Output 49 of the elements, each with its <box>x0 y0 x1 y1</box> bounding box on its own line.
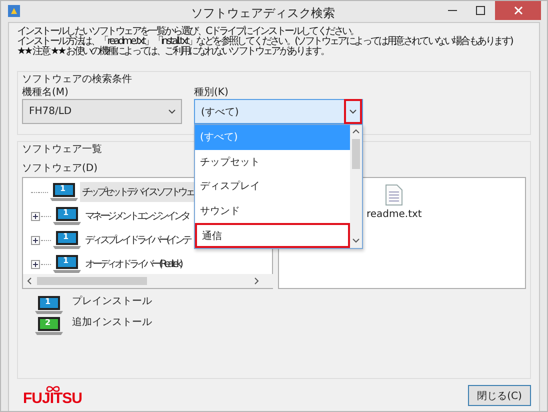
laptop-icon <box>52 254 82 274</box>
instruction-text: ★★ 注意 ★★ お使いの機種によっては、ご利用になれないソフトウェアがあります。 <box>17 47 329 57</box>
minimize-icon <box>448 10 456 12</box>
tree-item[interactable]: オーディオドライバー(Realtek) <box>83 254 184 274</box>
window-title: ソフトウェアディスク検索 <box>190 5 336 22</box>
instruction-text: インストールしたいソフトウェアを一覧から選び、Cドライブにインストールしてください。 <box>17 27 358 37</box>
dropdown-option[interactable]: チップセット <box>195 150 350 174</box>
icon-number: 1 <box>45 296 51 306</box>
scrollbar[interactable] <box>350 125 362 248</box>
logo: FUJITSU <box>23 392 82 406</box>
laptop-icon <box>52 206 82 226</box>
file-name[interactable]: readme.txt <box>366 209 422 220</box>
group-title: ソフトウェアの検索条件 <box>22 73 132 86</box>
laptop-icon <box>49 182 79 202</box>
field-label: 種別(K) <box>194 86 228 99</box>
icon-number: 1 <box>63 256 69 265</box>
field-label: ソフトウェア(D) <box>22 162 98 175</box>
tree-item[interactable]: チップセットデバイスソフトウェ <box>80 182 196 202</box>
dropdown-option[interactable]: ディスプレイ <box>195 174 350 199</box>
caret-icon <box>168 109 176 114</box>
app-icon <box>7 4 21 18</box>
field-label: 機種名(M) <box>22 86 68 99</box>
expand-icon[interactable] <box>31 260 40 268</box>
expand-icon[interactable] <box>31 212 40 220</box>
icon-number: 1 <box>63 208 69 217</box>
text-file-icon <box>385 184 404 206</box>
close-dialog-button[interactable]: 閉じる(C) <box>468 385 531 406</box>
instruction-text: インストール方法は、「readme.txt」「install.txt」などを参照してください。(ソフトウェアによっては用意されていない場合もあります) <box>17 37 512 47</box>
expand-icon[interactable] <box>31 236 40 244</box>
group-title: ソフトウェア一覧 <box>22 143 102 156</box>
icon-number: 1 <box>63 232 69 241</box>
dropdown-button[interactable] <box>344 99 362 124</box>
icon-number: 2 <box>45 318 51 326</box>
logo-mark-icon <box>46 386 60 392</box>
category-dropdown[interactable]: (すべて) <box>194 99 363 124</box>
legend-label: 追加インストール <box>72 316 152 329</box>
maximize-icon <box>476 6 484 15</box>
legend-label: プレインストール <box>72 295 152 308</box>
tree-item[interactable]: ディスプレイドライバー(インテ <box>83 230 193 250</box>
icon-number: 1 <box>60 184 66 193</box>
laptop-icon <box>52 230 82 250</box>
dropdown-option[interactable]: 通信 <box>195 223 350 248</box>
tree-item[interactable]: マネージメントエンジンインタ <box>83 206 192 226</box>
scrollbar[interactable] <box>23 274 273 288</box>
dropdown-option[interactable]: サウンド <box>195 198 350 224</box>
model-dropdown[interactable]: FH78/LD <box>22 99 182 124</box>
close-button[interactable] <box>495 1 541 20</box>
close-icon <box>514 6 522 15</box>
caret-icon <box>349 109 357 114</box>
